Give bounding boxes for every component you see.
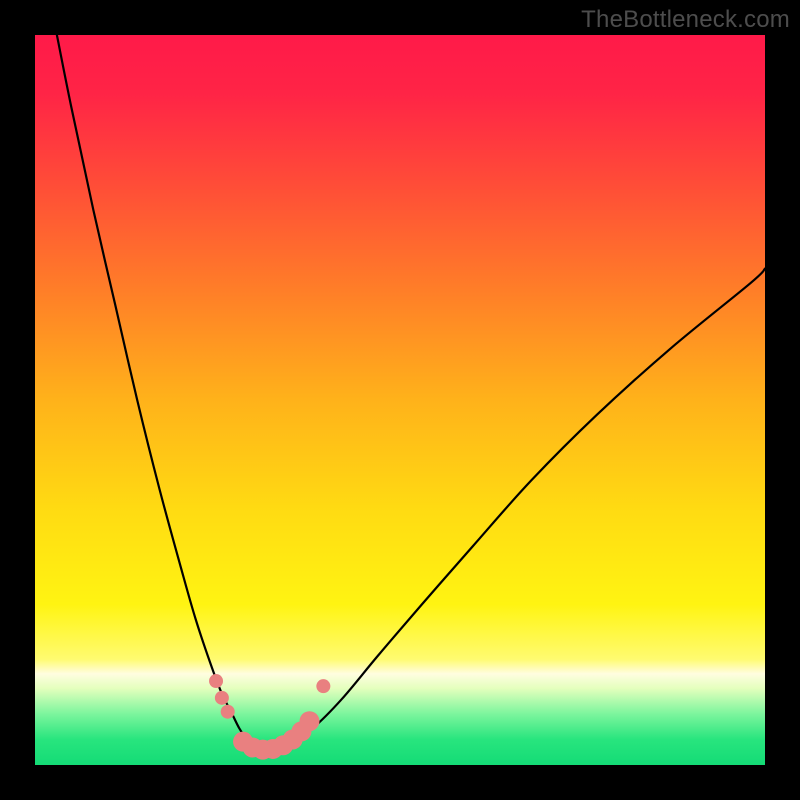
data-marker xyxy=(221,705,235,719)
chart-frame: TheBottleneck.com xyxy=(0,0,800,800)
watermark-text: TheBottleneck.com xyxy=(581,6,790,34)
data-marker xyxy=(316,679,330,693)
plot-area xyxy=(35,35,765,765)
bottleneck-curve-left xyxy=(57,35,261,750)
curve-layer xyxy=(35,35,765,765)
data-marker xyxy=(299,711,319,731)
marker-group xyxy=(209,674,330,760)
bottleneck-curve-right xyxy=(261,269,765,751)
data-marker xyxy=(215,691,229,705)
data-marker xyxy=(209,674,223,688)
